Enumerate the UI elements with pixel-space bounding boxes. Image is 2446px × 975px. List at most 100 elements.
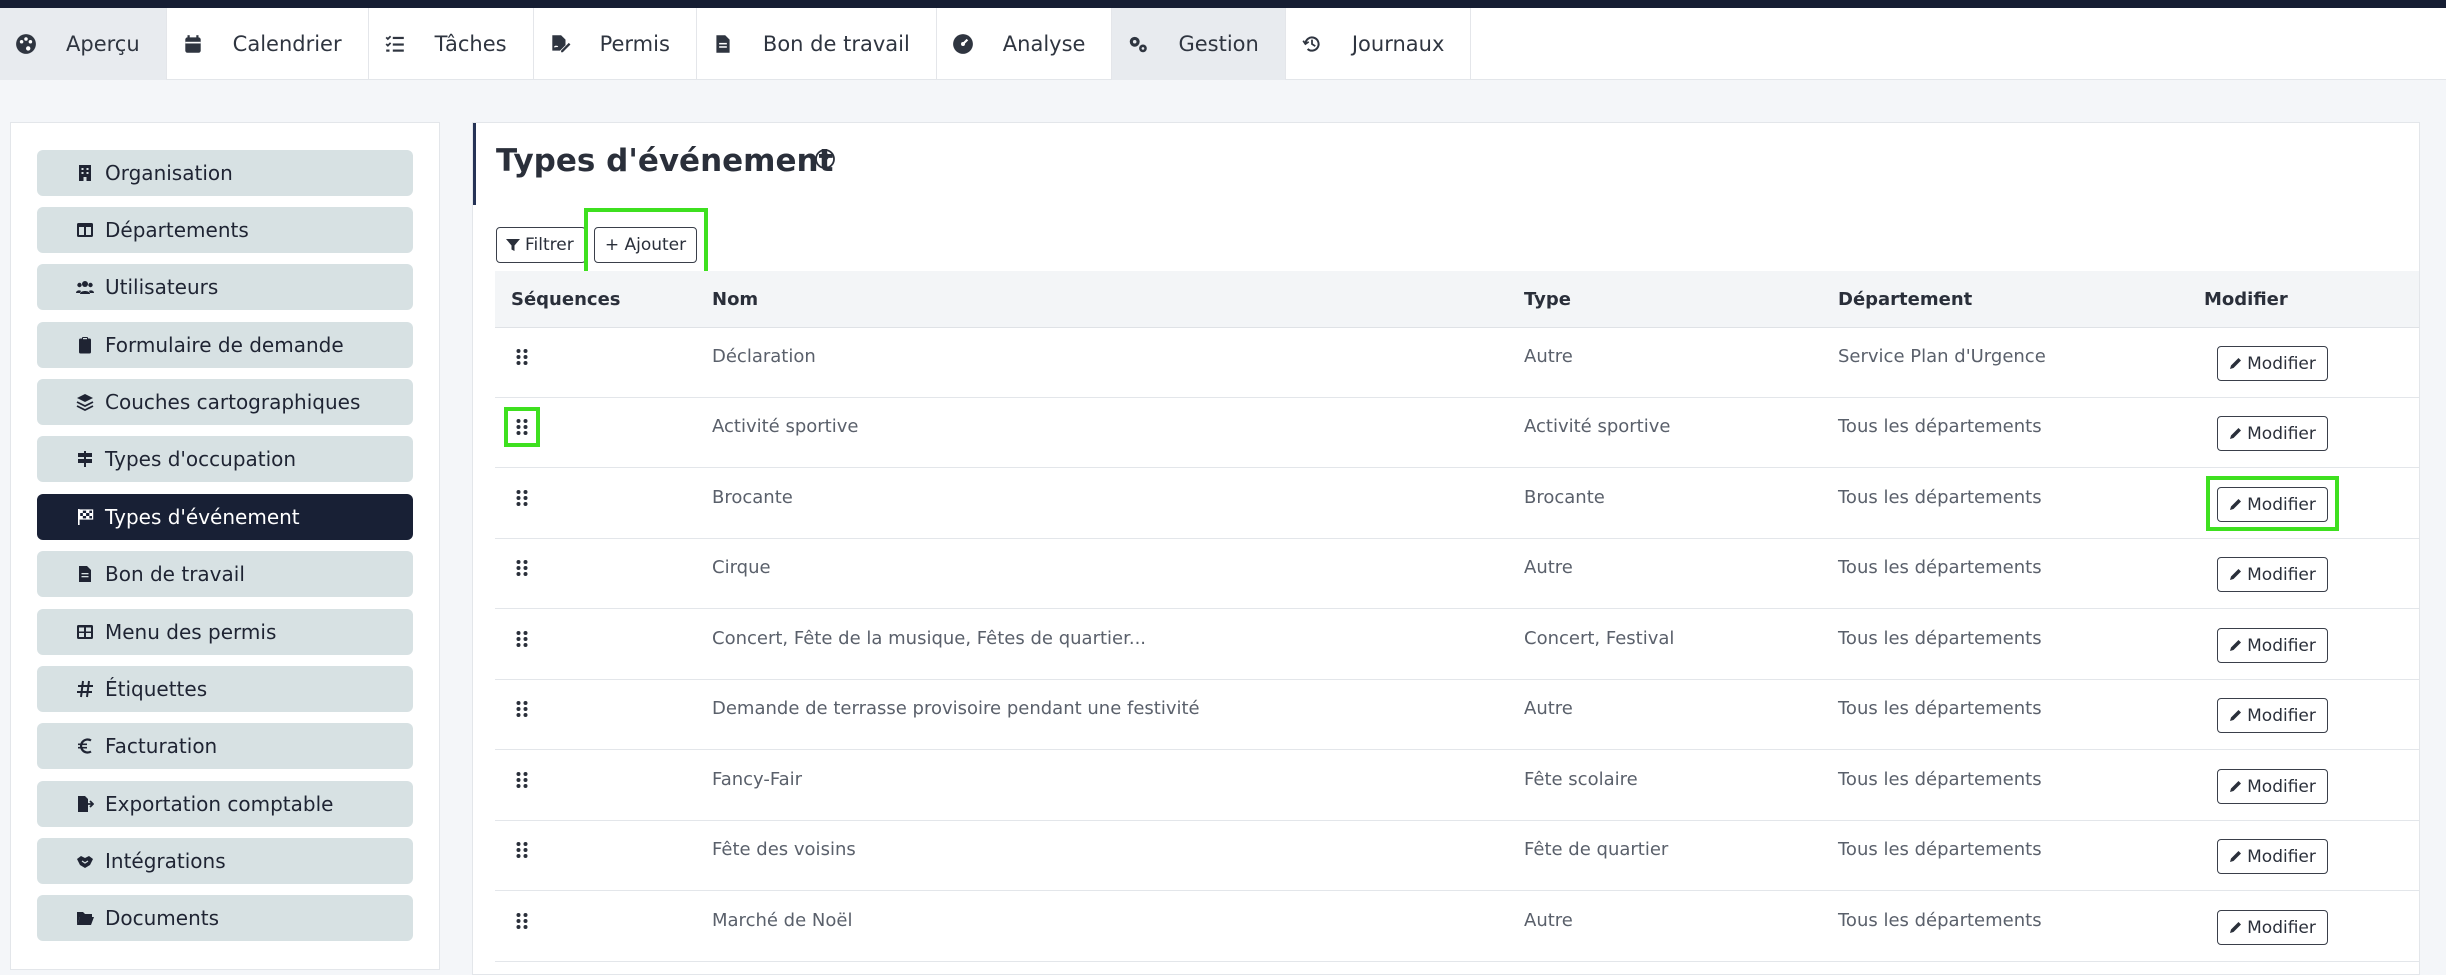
sidebar-item-occupation[interactable]: Types d'occupation [37, 436, 413, 482]
tab-analyse[interactable]: Analyse [937, 8, 1113, 80]
sidebar-item-couches[interactable]: Couches cartographiques [37, 379, 413, 425]
sidebar-item-bon-de-travail[interactable]: Bon de travail [37, 551, 413, 597]
sidebar-item-label: Organisation [105, 161, 233, 185]
edit-label: Modifier [2247, 917, 2316, 938]
sidebar-item-label: Documents [105, 906, 220, 930]
edit-button[interactable]: Modifier [2217, 557, 2328, 592]
col-modifier[interactable]: Modifier [2204, 289, 2288, 310]
edit-button[interactable]: Modifier [2217, 416, 2328, 451]
sidebar-item-etiquettes[interactable]: Étiquettes [37, 666, 413, 712]
palette-icon [14, 32, 38, 56]
help-icon[interactable] [814, 148, 836, 170]
drag-handle-icon[interactable] [514, 700, 530, 718]
cell-nom: Fancy-Fair [712, 769, 802, 790]
drag-handle-icon[interactable] [514, 841, 530, 859]
cell-nom: Fête des voisins [712, 839, 856, 860]
edit-button[interactable]: Modifier [2217, 839, 2328, 874]
filter-label: Filtrer [525, 235, 574, 255]
top-strip [0, 0, 2446, 8]
edit-button[interactable]: Modifier [2217, 628, 2328, 663]
col-type[interactable]: Type [1524, 289, 1571, 310]
file-export-icon [75, 794, 95, 814]
cogs-icon [1126, 32, 1150, 56]
sidebar-item-utilisateurs[interactable]: Utilisateurs [37, 264, 413, 310]
table-row: Demande de terrasse provisoire pendant u… [495, 680, 2419, 750]
table-header: Séquences Nom Type Département Modifier [495, 271, 2419, 328]
edit-button[interactable]: Modifier [2217, 487, 2328, 522]
edit-label: Modifier [2247, 776, 2316, 797]
cell-departement: Tous les départements [1838, 910, 2042, 931]
cell-departement: Tous les départements [1838, 487, 2042, 508]
history-icon [1300, 32, 1324, 56]
col-departement[interactable]: Département [1838, 289, 1972, 310]
cell-departement: Tous les départements [1838, 557, 2042, 578]
edit-label: Modifier [2247, 705, 2316, 726]
table-row: Marché de Noël Autre Tous les départemen… [495, 892, 2419, 962]
tab-gestion[interactable]: Gestion [1112, 8, 1286, 80]
pencil-icon [2229, 709, 2242, 722]
cell-nom: Activité sportive [712, 416, 859, 437]
sidebar-item-exportation[interactable]: Exportation comptable [37, 781, 413, 827]
filter-button[interactable]: Filtrer [496, 227, 586, 263]
tab-bon-de-travail[interactable]: Bon de travail [697, 8, 937, 80]
drag-handle-icon[interactable] [514, 912, 530, 930]
drag-handle-icon[interactable] [514, 630, 530, 648]
sidebar-item-label: Couches cartographiques [105, 390, 361, 414]
add-button[interactable]: + Ajouter [594, 227, 697, 263]
tab-label: Calendrier [232, 32, 342, 56]
sidebar-item-formulaire[interactable]: Formulaire de demande [37, 322, 413, 368]
tab-apercu[interactable]: Aperçu [0, 8, 167, 80]
tasks-icon [383, 32, 407, 56]
cell-departement: Service Plan d'Urgence [1838, 346, 2046, 367]
cell-type: Autre [1524, 346, 1573, 367]
sidebar-item-evenement[interactable]: Types d'événement [37, 494, 413, 540]
sidebar-item-facturation[interactable]: Facturation [37, 723, 413, 769]
cell-type: Concert, Festival [1524, 628, 1675, 649]
table-row: Concert, Fête de la musique, Fêtes de qu… [495, 610, 2419, 680]
tab-label: Tâches [434, 32, 507, 56]
edit-label: Modifier [2247, 846, 2316, 867]
tab-label: Journaux [1351, 32, 1445, 56]
sidebar-item-label: Étiquettes [105, 677, 208, 701]
pencil-icon [2229, 850, 2242, 863]
pencil-icon [2229, 498, 2242, 511]
col-sequences[interactable]: Séquences [511, 289, 621, 310]
drag-handle-icon[interactable] [514, 771, 530, 789]
sidebar-item-integrations[interactable]: Intégrations [37, 838, 413, 884]
cell-type: Activité sportive [1524, 416, 1671, 437]
table-icon [75, 220, 95, 240]
users-icon [75, 277, 95, 297]
col-nom[interactable]: Nom [712, 289, 758, 310]
sidebar-item-menu-permis[interactable]: Menu des permis [37, 609, 413, 655]
drag-handle-icon[interactable] [514, 559, 530, 577]
edit-button[interactable]: Modifier [2217, 346, 2328, 381]
sidebar-item-organisation[interactable]: Organisation [37, 150, 413, 196]
drag-handle-icon[interactable] [514, 348, 530, 366]
file-icon [711, 32, 735, 56]
tab-journaux[interactable]: Journaux [1286, 8, 1472, 80]
grid-icon [75, 622, 95, 642]
cell-type: Autre [1524, 910, 1573, 931]
tab-calendrier[interactable]: Calendrier [167, 8, 369, 80]
sidebar-item-documents[interactable]: Documents [37, 895, 413, 941]
cell-type: Autre [1524, 557, 1573, 578]
edit-button[interactable]: Modifier [2217, 698, 2328, 733]
tab-taches[interactable]: Tâches [369, 8, 534, 80]
cell-type: Fête de quartier [1524, 839, 1669, 860]
handshake-icon [75, 851, 95, 871]
sidebar-item-label: Menu des permis [105, 620, 277, 644]
drag-handle-icon[interactable] [514, 418, 530, 436]
sidebar: Organisation Départements Utilisateurs F… [10, 122, 440, 970]
cell-nom: Brocante [712, 487, 793, 508]
sidebar-item-departements[interactable]: Départements [37, 207, 413, 253]
table-row: Brocante Brocante Tous les départements … [495, 469, 2419, 539]
file-icon [75, 564, 95, 584]
sidebar-item-label: Types d'événement [105, 505, 300, 529]
edit-label: Modifier [2247, 635, 2316, 656]
tab-permis[interactable]: Permis [534, 8, 697, 80]
edit-button[interactable]: Modifier [2217, 910, 2328, 945]
drag-handle-icon[interactable] [514, 489, 530, 507]
title-accent-bar [473, 123, 476, 205]
hashtag-icon [75, 679, 95, 699]
edit-button[interactable]: Modifier [2217, 769, 2328, 804]
